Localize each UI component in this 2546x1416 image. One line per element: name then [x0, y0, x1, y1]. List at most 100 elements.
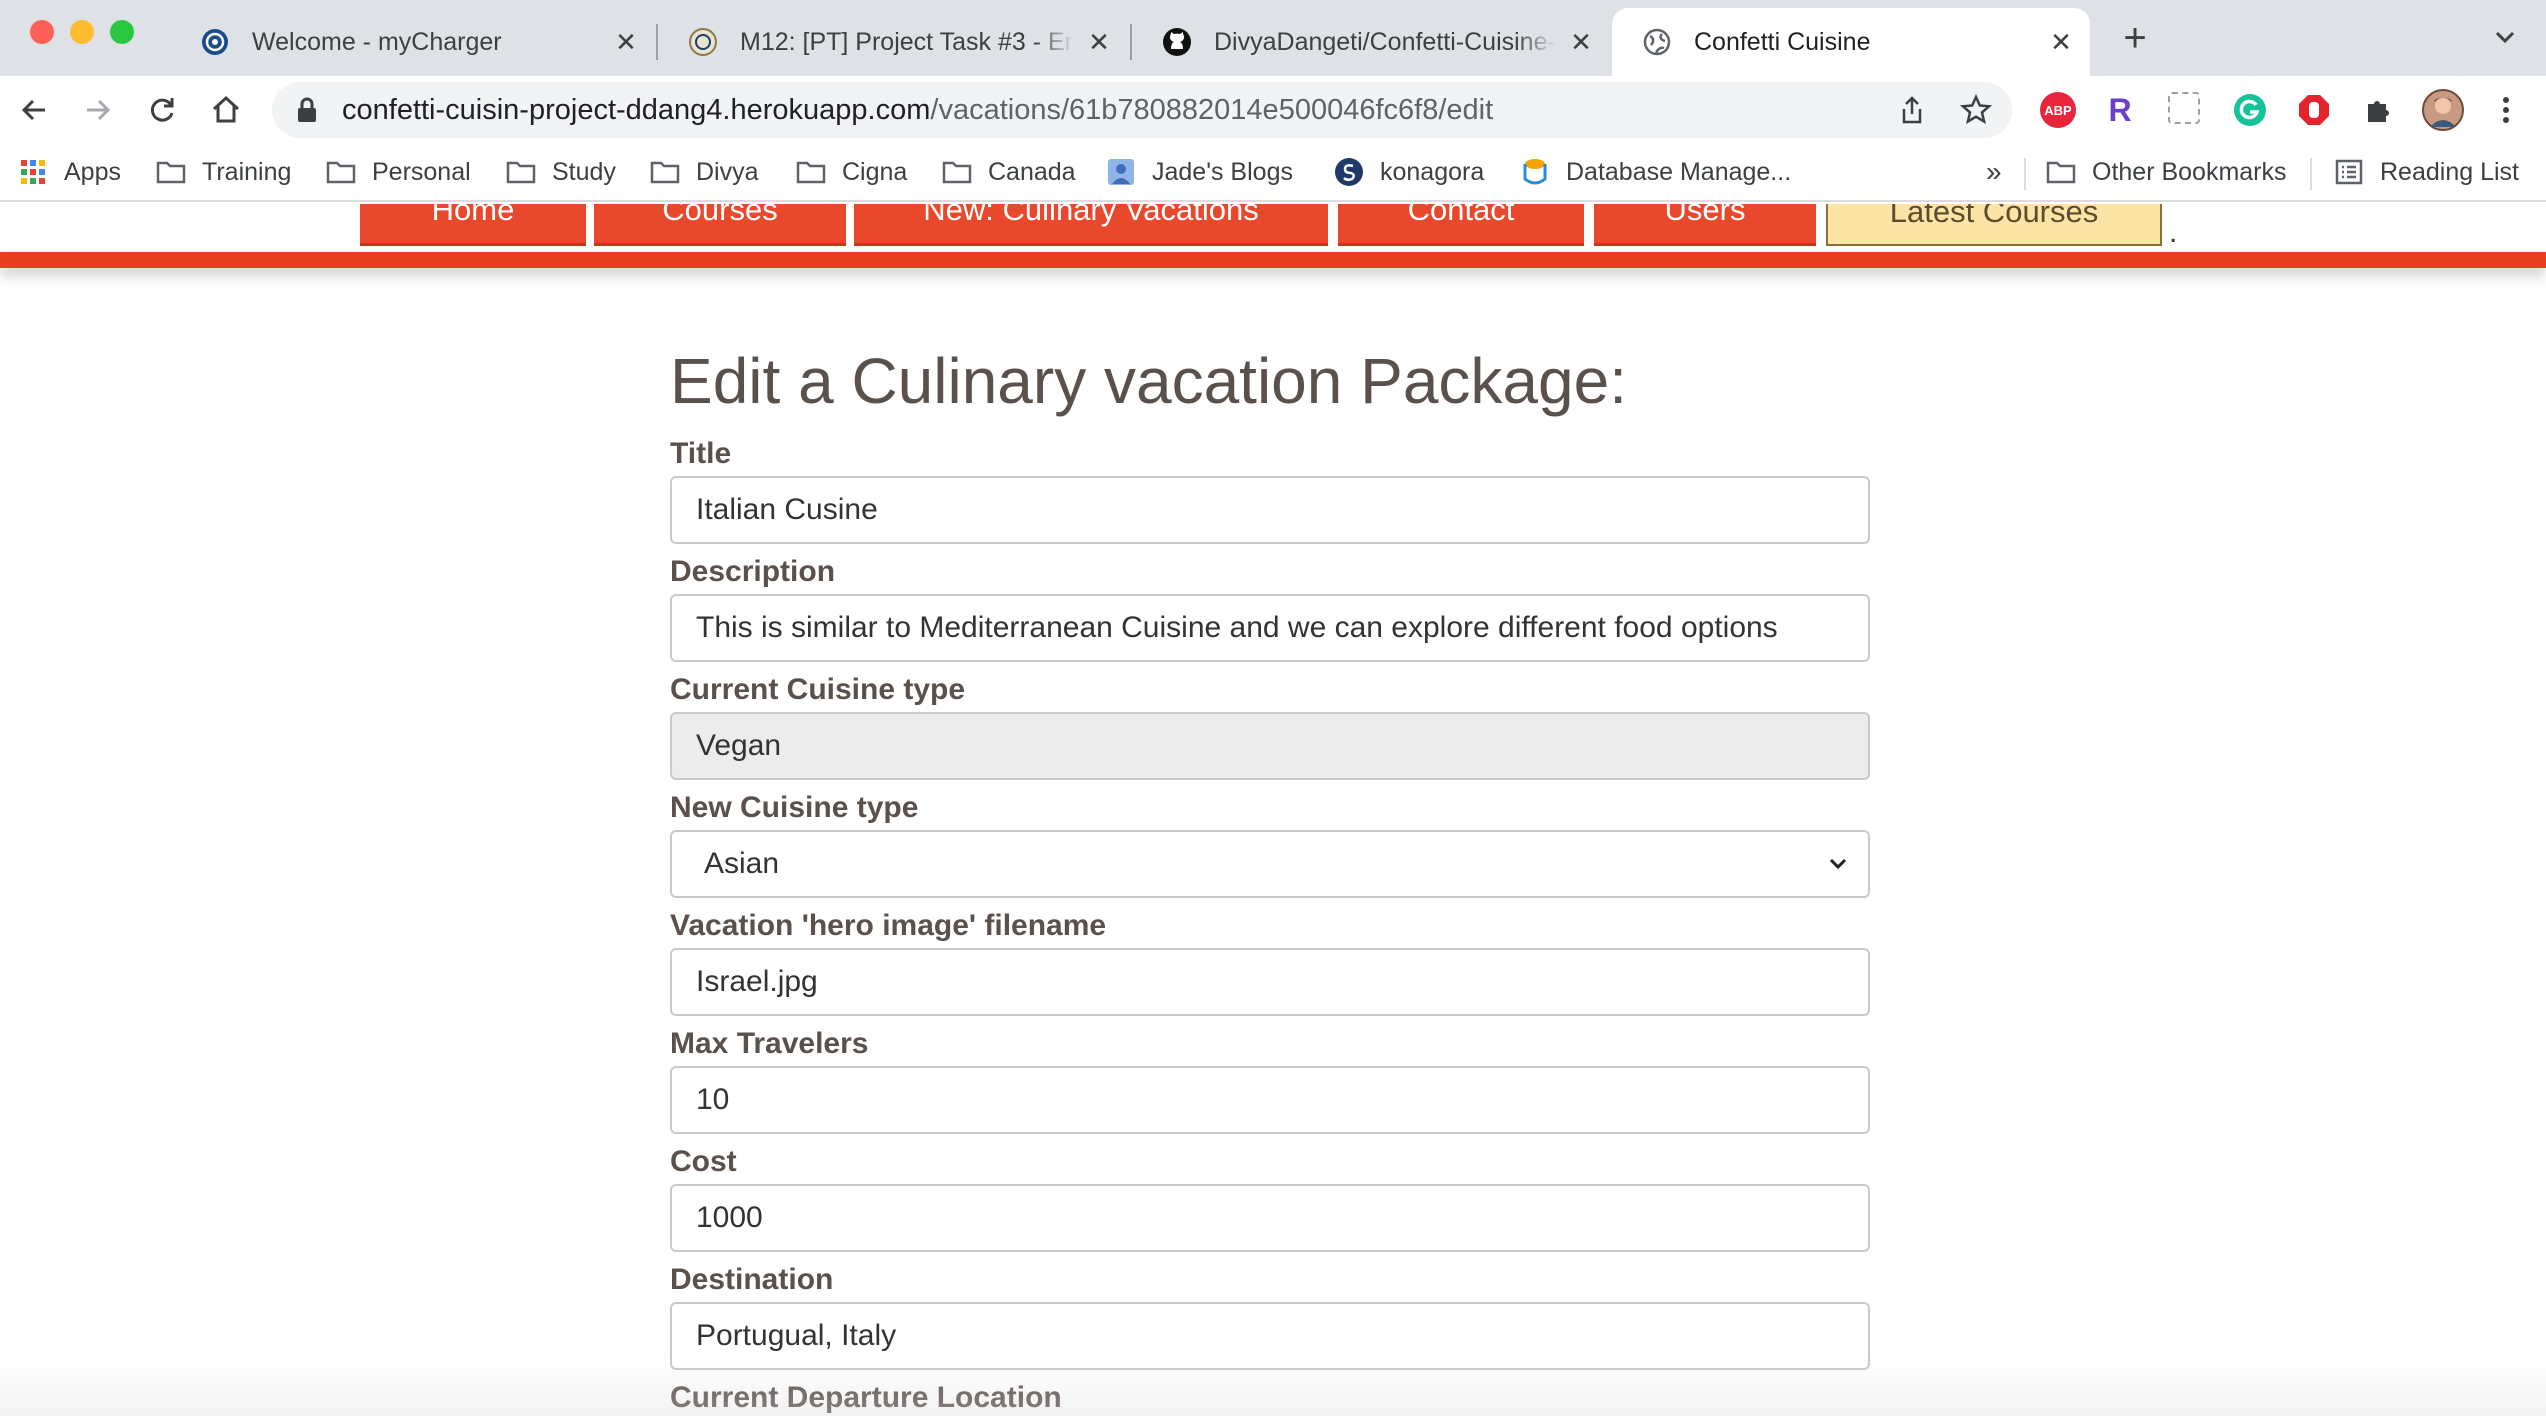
folder-icon [942, 159, 972, 185]
folder-icon [650, 159, 680, 185]
browser-tab-github[interactable]: DivyaDangeti/Confetti-Cuisine- ✕ [1132, 8, 1610, 76]
new-tab-button[interactable]: + [2115, 18, 2155, 58]
destination-input[interactable]: Portugual, Italy [670, 1302, 1870, 1370]
bookmark-label: Canada [988, 157, 1076, 186]
lock-icon[interactable] [294, 97, 320, 123]
nav-trailing-dot: . [2169, 216, 2178, 249]
forward-button[interactable] [78, 90, 118, 130]
tab-title: Welcome - myCharger [252, 27, 502, 56]
reading-list-icon [2334, 159, 2364, 185]
window-minimize-button[interactable] [70, 20, 94, 44]
back-button[interactable] [14, 90, 54, 130]
profile-avatar-icon[interactable] [2422, 89, 2464, 131]
bookmark-label: konagora [1380, 157, 1485, 186]
header-accent-bar [0, 252, 2546, 268]
bookmark-folder-canada[interactable]: Canada [942, 154, 1076, 190]
bookmark-star-icon[interactable] [1960, 94, 1992, 126]
apps-grid-icon [18, 159, 48, 185]
adblock-icon[interactable] [2296, 92, 2332, 128]
bookmark-folder-training[interactable]: Training [156, 154, 291, 190]
bookmark-label: Jade's Blogs [1152, 157, 1293, 186]
page-viewport: Home Courses New: Culinary Vacations Con… [0, 204, 2546, 1416]
bookmark-label: Training [202, 157, 292, 186]
description-input[interactable]: This is similar to Mediterranean Cuisine… [670, 594, 1870, 662]
url-path: /vacations/61b780882014e500046fc6f8/edit [930, 93, 1494, 126]
more-menu-icon[interactable] [2488, 92, 2524, 128]
bookmarks-divider [2024, 158, 2026, 190]
bookmark-folder-study[interactable]: Study [506, 154, 616, 190]
edit-vacation-form: Edit a Culinary vacation Package: Title … [670, 344, 1870, 1416]
current-cuisine-type-field: Vegan [670, 712, 1870, 780]
window-maximize-button[interactable] [110, 20, 134, 44]
nav-contact-button[interactable]: Contact [1338, 204, 1584, 246]
bookmark-database-manage[interactable]: Database Manage... [1520, 154, 1791, 190]
home-button[interactable] [206, 90, 246, 130]
max-travelers-label: Max Travelers [670, 1027, 869, 1060]
destination-label: Destination [670, 1263, 834, 1296]
folder-icon [506, 159, 536, 185]
title-label: Title [670, 437, 732, 470]
folder-icon [796, 159, 826, 185]
browser-toolbar: confetti-cuisin-project-ddang4.herokuapp… [0, 76, 2546, 144]
close-tab-icon[interactable]: ✕ [611, 27, 641, 57]
bookmark-label: Apps [64, 157, 121, 186]
hero-image-label: Vacation 'hero image' filename [670, 909, 1107, 942]
bookmark-folder-personal[interactable]: Personal [326, 154, 471, 190]
konagora-icon [1334, 158, 1364, 186]
share-icon[interactable] [1896, 94, 1928, 126]
bookmark-label: Study [552, 157, 616, 186]
nav-home-button[interactable]: Home [360, 204, 586, 246]
globe-icon [1642, 27, 1672, 57]
close-tab-icon[interactable]: ✕ [1084, 27, 1114, 57]
forward-arrow-icon [87, 99, 111, 121]
bookmark-label: Reading List [2380, 157, 2519, 186]
nav-latest-courses-button[interactable]: Latest Courses [1826, 204, 2162, 246]
bookmark-other-bookmarks[interactable]: Other Bookmarks [2046, 154, 2287, 190]
bookmark-folder-divya[interactable]: Divya [650, 154, 759, 190]
window-close-button[interactable] [30, 20, 54, 44]
close-tab-icon[interactable]: ✕ [1566, 27, 1596, 57]
database-icon [1520, 159, 1550, 185]
tab-search-chevron-icon[interactable] [2490, 22, 2520, 52]
bookmark-apps[interactable]: Apps [18, 154, 121, 190]
cost-label: Cost [670, 1145, 737, 1178]
clipboard-icon[interactable] [2168, 92, 2200, 124]
reading-list-button[interactable]: Reading List [2334, 154, 2519, 190]
bookmark-konagora[interactable]: konagora [1334, 154, 1484, 190]
folder-icon [156, 159, 186, 185]
hero-image-input[interactable]: Israel.jpg [670, 948, 1870, 1016]
max-travelers-input[interactable]: 10 [670, 1066, 1870, 1134]
new-cuisine-type-select[interactable]: Asian [670, 830, 1870, 898]
cost-input[interactable]: 1000 [670, 1184, 1870, 1252]
nav-culinary-vacations-button[interactable]: New: Culinary Vacations [854, 204, 1328, 246]
grammarly-icon[interactable] [2232, 92, 2268, 128]
bookmark-folder-cigna[interactable]: Cigna [796, 154, 907, 190]
bookmark-jades-blogs[interactable]: Jade's Blogs [1106, 154, 1293, 190]
browser-tab-strip: Welcome - myCharger ✕ M12: [PT] Project … [0, 0, 2546, 76]
page-title: Edit a Culinary vacation Package: [670, 345, 1627, 417]
reload-button[interactable] [142, 90, 182, 130]
close-tab-icon[interactable]: ✕ [2046, 27, 2076, 57]
abp-icon[interactable]: ABP [2040, 92, 2076, 128]
blog-icon [1106, 159, 1136, 185]
browser-tab-project-task[interactable]: M12: [PT] Project Task #3 - En ✕ [658, 8, 1128, 76]
selected-cuisine-value: Asian [704, 847, 780, 880]
puzzle-icon[interactable] [2360, 92, 2396, 128]
title-input[interactable]: Italian Cusine [670, 476, 1870, 544]
bookmarks-bar: Apps Training Personal Study Divya Cigna… [0, 144, 2546, 202]
reload-icon [150, 98, 174, 122]
nav-users-button[interactable]: Users [1594, 204, 1816, 246]
nav-courses-button[interactable]: Courses [594, 204, 846, 246]
browser-tab-mycharger[interactable]: Welcome - myCharger ✕ [170, 8, 655, 76]
url-text[interactable]: confetti-cuisin-project-ddang4.herokuapp… [342, 94, 1493, 127]
r-extension-icon[interactable]: R [2102, 92, 2138, 128]
bookmark-label: Personal [372, 157, 471, 186]
bookmark-label: Cigna [842, 157, 908, 186]
current-cuisine-type-label: Current Cuisine type [670, 673, 966, 706]
folder-icon [2046, 159, 2076, 185]
address-bar[interactable]: confetti-cuisin-project-ddang4.herokuapp… [272, 82, 2012, 138]
browser-tab-confetti-cuisine[interactable]: Confetti Cuisine ✕ [1612, 8, 2090, 76]
chevron-down-icon [1829, 858, 1847, 870]
bookmarks-overflow-button[interactable]: » [1986, 154, 2002, 190]
new-cuisine-type-label: New Cuisine type [670, 791, 919, 824]
